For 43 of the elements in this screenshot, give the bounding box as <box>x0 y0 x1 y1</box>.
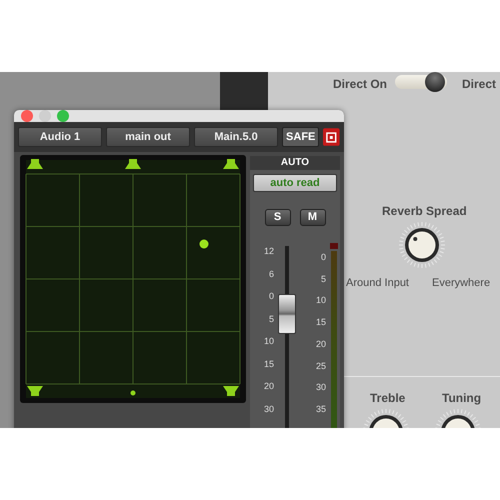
speaker-icon <box>27 386 43 396</box>
toggle-label: Direct <box>462 76 496 93</box>
clip-indicator <box>330 243 338 249</box>
knob-max-label: Everywhere <box>432 276 490 291</box>
fader-scale-label: 5 <box>268 314 274 324</box>
meter-scale-label: 35 <box>314 404 326 414</box>
pan-position-dot[interactable] <box>200 240 208 248</box>
meter-scale-label: 25 <box>314 360 326 371</box>
fader-handle[interactable] <box>278 294 296 334</box>
fader-scale-label: 15 <box>262 358 274 369</box>
output-selector[interactable]: main out <box>106 127 190 147</box>
output-selector[interactable]: Main.5.0 <box>194 127 278 147</box>
fader-scale-label: 20 <box>262 381 274 392</box>
direct-toggle[interactable] <box>395 75 447 89</box>
reverb-spread-knob[interactable] <box>398 221 446 269</box>
solo-button[interactable]: S <box>264 209 290 226</box>
background-panel <box>220 72 268 110</box>
meter-scale-label: 5 <box>320 274 326 284</box>
knob-label: Tuning <box>442 390 482 407</box>
center-marker <box>130 390 136 396</box>
knob-label: Treble <box>370 390 406 407</box>
fader-scale-label: 30 <box>262 404 274 414</box>
speaker-icon <box>223 159 239 169</box>
safe-button[interactable]: SAFE <box>282 127 320 147</box>
speaker-icon <box>223 386 239 396</box>
knob-label: Reverb Spread <box>382 203 467 220</box>
meter-scale-label: 30 <box>314 382 326 392</box>
meter-scale-label: 20 <box>314 338 326 349</box>
fader-scale-label: 12 <box>262 246 274 256</box>
automation-header: AUTO <box>250 156 340 170</box>
output-selector[interactable]: Audio 1 <box>18 127 102 147</box>
knob-min-label: Around Input <box>346 276 409 291</box>
meter-scale-label: 15 <box>314 317 326 328</box>
fader-scale-label: 0 <box>268 291 274 302</box>
record-safe-icon[interactable] <box>323 128 340 146</box>
fader-scale-label: 10 <box>262 336 274 346</box>
meter-scale-label: 10 <box>314 295 326 306</box>
speaker-icon <box>27 159 43 169</box>
mute-button[interactable]: M <box>300 209 326 226</box>
fader-scale-label: 6 <box>268 268 274 279</box>
meter-scale-label: 0 <box>320 252 326 262</box>
toggle-label: Direct On <box>333 76 388 93</box>
speaker-icon <box>125 159 141 169</box>
